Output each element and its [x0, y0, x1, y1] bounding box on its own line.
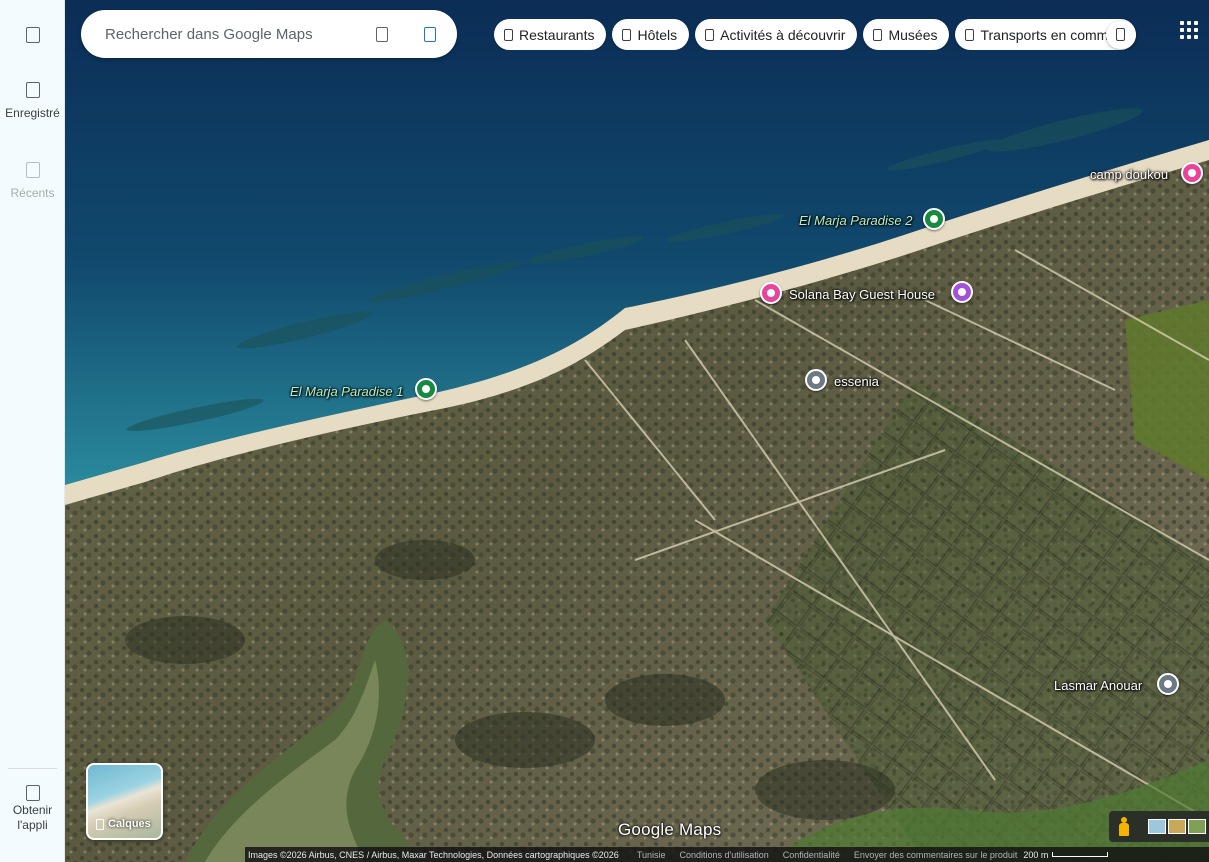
menu-icon — [25, 27, 40, 43]
country-link[interactable]: Tunisie — [637, 850, 666, 860]
transit-layer-thumb[interactable] — [1168, 819, 1186, 834]
scale-label: 200 m — [1023, 849, 1049, 860]
search-box[interactable]: Rechercher dans Google Maps — [81, 10, 457, 58]
place-pin-icon[interactable] — [1157, 673, 1179, 695]
chip-label: Musées — [888, 26, 938, 43]
place-label-el-marja-2[interactable]: El Marja Paradise 2 — [799, 213, 912, 228]
category-chips: Restaurants Hôtels Activités à découvrir… — [494, 19, 1138, 50]
place-label-el-marja-1[interactable]: El Marja Paradise 1 — [290, 384, 403, 399]
recents-label: Récents — [10, 186, 55, 200]
imagery-credit: Images ©2026 Airbus, CNES / Airbus, Maxa… — [248, 849, 619, 860]
restaurant-icon — [504, 28, 513, 41]
get-app-label-2: l'appli — [17, 818, 48, 832]
chevron-right-icon — [1116, 28, 1125, 41]
directions-icon[interactable] — [424, 27, 436, 42]
chips-scroll-button[interactable] — [1106, 21, 1136, 49]
get-app-label-1: Obtenir — [12, 803, 53, 817]
layers-label-wrap: Calques — [96, 818, 151, 830]
attribution-bar: Images ©2026 Airbus, CNES / Airbus, Maxa… — [245, 847, 1209, 862]
get-app-button[interactable]: Obtenir l'appli — [0, 785, 65, 833]
place-pin-icon[interactable] — [805, 369, 827, 391]
terrain-layer-thumb[interactable] — [1188, 819, 1206, 834]
chip-activities[interactable]: Activités à découvrir — [695, 19, 858, 50]
google-maps-logo: Google Maps — [618, 820, 722, 839]
chip-label: Transports en commun — [980, 26, 1124, 43]
chip-label: Activités à découvrir — [720, 26, 846, 43]
layers-label: Calques — [108, 818, 151, 830]
camera-icon — [705, 28, 715, 41]
satellite-imagery — [65, 0, 1209, 862]
feedback-link[interactable]: Envoyer des commentaires sur le produit — [854, 850, 1018, 860]
scale-bar[interactable]: 200 m — [1020, 849, 1109, 860]
place-label-camp-doukou[interactable]: camp doukou — [1090, 167, 1168, 182]
museum-icon — [873, 28, 883, 41]
place-label-lasmar-anouar[interactable]: Lasmar Anouar — [1054, 678, 1142, 693]
chip-hotels[interactable]: Hôtels — [612, 19, 690, 50]
search-icon[interactable] — [376, 27, 388, 42]
side-rail: Enregistré Récents Obtenir l'appli — [0, 0, 65, 862]
transit-icon — [965, 28, 975, 41]
map-controls — [1109, 811, 1209, 842]
rail-divider — [8, 768, 57, 769]
pegman-icon[interactable] — [1119, 817, 1129, 836]
layers-button[interactable]: Calques — [86, 763, 163, 840]
map-canvas[interactable]: camp doukou El Marja Paradise 2 Solana B… — [65, 0, 1209, 862]
chip-museums[interactable]: Musées — [863, 19, 950, 50]
chip-restaurants[interactable]: Restaurants — [494, 19, 607, 50]
terms-link[interactable]: Conditions d'utilisation — [680, 850, 769, 860]
park-pin-icon[interactable] — [415, 378, 437, 400]
recents-button[interactable]: Récents — [0, 162, 65, 200]
place-label-essenia[interactable]: essenia — [834, 374, 879, 389]
scale-line — [1052, 852, 1109, 857]
saved-label: Enregistré — [5, 106, 60, 120]
hotel-pin-icon[interactable] — [1181, 162, 1203, 184]
hotel-icon — [622, 28, 632, 41]
privacy-link[interactable]: Confidentialité — [783, 850, 840, 860]
history-icon — [25, 162, 40, 178]
traffic-layer-thumb[interactable] — [1148, 819, 1166, 834]
phone-icon — [25, 785, 40, 801]
hotel-pin-icon[interactable] — [760, 282, 782, 304]
chip-label: Restaurants — [519, 26, 595, 43]
chip-label: Hôtels — [637, 26, 678, 43]
apps-grid-icon[interactable] — [1180, 21, 1198, 39]
attraction-pin-icon[interactable] — [951, 281, 973, 303]
park-pin-icon[interactable] — [923, 208, 945, 230]
search-input[interactable]: Rechercher dans Google Maps — [105, 26, 313, 43]
place-label-solana-bay[interactable]: Solana Bay Guest House — [789, 287, 935, 302]
bookmark-icon — [25, 82, 40, 98]
layers-icon — [96, 818, 104, 830]
saved-button[interactable]: Enregistré — [0, 82, 65, 120]
menu-button[interactable] — [0, 27, 65, 51]
